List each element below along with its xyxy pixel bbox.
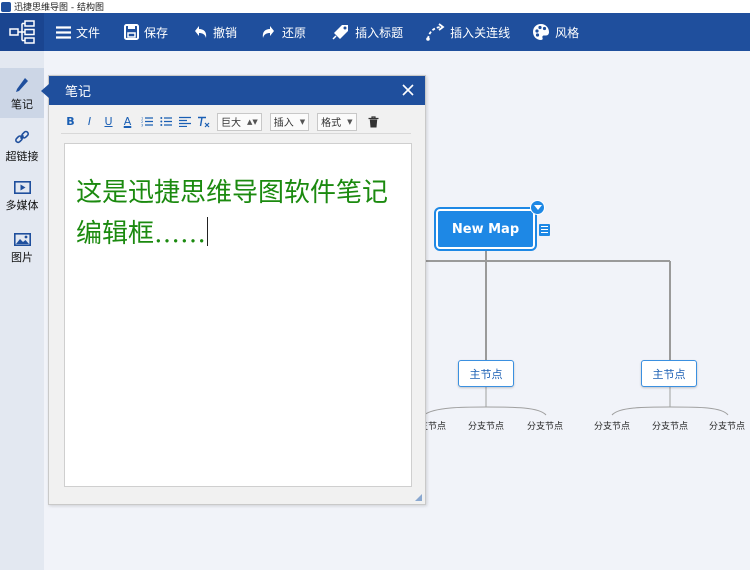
main-node-label: 主节点: [469, 367, 503, 381]
spinner-icon: ▲▼: [247, 117, 258, 126]
image-icon: [13, 233, 31, 246]
save-button[interactable]: 保存: [122, 13, 170, 51]
insert-select[interactable]: 插入 ▼: [269, 112, 310, 131]
app-icon: [1, 1, 11, 12]
pencil-icon: [16, 78, 28, 92]
sub-node[interactable]: 分支节点: [468, 419, 504, 432]
sub-node[interactable]: 分支节点: [594, 419, 630, 432]
link-icon: [15, 130, 29, 144]
resize-grip-icon[interactable]: [415, 494, 422, 501]
note-editor[interactable]: 这是迅捷思维导图软件笔记编辑框……: [64, 143, 412, 487]
sub-node[interactable]: 分支节点: [709, 419, 745, 432]
note-indicator-icon[interactable]: [539, 224, 550, 236]
sidebar-item-label: 图片: [11, 251, 33, 264]
main-node[interactable]: 主节点: [458, 360, 514, 387]
relation-line-icon: [426, 23, 445, 41]
undo-icon: [195, 26, 207, 38]
style-label: 风格: [555, 25, 580, 40]
undo-button[interactable]: 撤销: [190, 13, 239, 51]
sub-node[interactable]: 分支节点: [652, 419, 688, 432]
svg-text:3: 3: [141, 124, 143, 128]
note-format-toolbar: B I U A 123 巨大 ▲▼ 插入 ▼ 格式 ▼: [61, 110, 411, 134]
note-panel-header: 笔记: [49, 76, 425, 105]
mindmap-logo-icon[interactable]: [0, 13, 44, 51]
note-panel-title: 笔记: [65, 85, 92, 100]
sidebar-item-label: 多媒体: [5, 199, 39, 212]
app-window: 迅捷思维导图 - 结构图 文件 保存 撤销 还原 插入标题 插入关连线 风格 笔…: [0, 0, 750, 570]
sidebar-item-media[interactable]: 多媒体: [0, 181, 44, 221]
sidebar-item-image[interactable]: 图片: [0, 233, 44, 273]
clear-format-icon[interactable]: [194, 113, 213, 131]
media-icon: [13, 181, 31, 194]
save-icon: [124, 24, 140, 40]
menu-icon: [56, 25, 71, 39]
main-node[interactable]: 主节点: [641, 360, 697, 387]
underline-button[interactable]: U: [99, 113, 118, 131]
sidebar-item-label: 笔记: [11, 98, 33, 111]
bold-button[interactable]: B: [61, 113, 80, 131]
file-menu-button[interactable]: 文件: [54, 13, 102, 51]
note-content: 这是迅捷思维导图软件笔记编辑框……: [76, 178, 389, 249]
sub-node[interactable]: 分支节点: [527, 419, 563, 432]
redo-label: 还原: [282, 25, 307, 40]
sidebar-item-note[interactable]: 笔记: [0, 68, 44, 118]
note-pointer: [41, 84, 49, 98]
tag-icon: [332, 25, 349, 40]
collapse-toggle-icon[interactable]: [530, 200, 545, 215]
redo-icon: [262, 26, 275, 38]
italic-button[interactable]: I: [80, 113, 99, 131]
redo-button[interactable]: 还原: [259, 13, 308, 51]
title-bar: 迅捷思维导图 - 结构图: [0, 0, 750, 13]
sidebar-item-label: 超链接: [5, 150, 39, 163]
format-value: 格式: [321, 118, 342, 129]
window-title: 迅捷思维导图 - 结构图: [14, 3, 104, 13]
trash-icon[interactable]: [365, 113, 383, 131]
file-label: 文件: [76, 25, 101, 40]
insert-title-label: 插入标题: [355, 25, 404, 40]
root-node-label: New Map: [451, 221, 520, 237]
sidebar-item-hyperlink[interactable]: 超链接: [0, 129, 44, 169]
chevron-down-icon: ▼: [299, 117, 306, 126]
bullet-list-icon[interactable]: [156, 113, 175, 131]
ordered-list-icon[interactable]: 123: [137, 113, 156, 131]
align-left-icon[interactable]: [175, 113, 194, 131]
font-size-select[interactable]: 巨大 ▲▼: [217, 112, 262, 131]
close-icon[interactable]: [399, 81, 417, 99]
palette-icon: [533, 24, 550, 40]
style-button[interactable]: 风格: [530, 13, 581, 51]
font-color-button[interactable]: A: [118, 113, 137, 131]
save-label: 保存: [144, 25, 169, 40]
insert-title-button[interactable]: 插入标题: [330, 13, 405, 51]
main-node-label: 主节点: [652, 367, 686, 381]
undo-label: 撤销: [213, 25, 238, 40]
root-node[interactable]: New Map: [436, 209, 535, 249]
insert-relation-label: 插入关连线: [450, 25, 511, 40]
side-panel-bar: 笔记 超链接 多媒体 图片: [0, 51, 44, 570]
chevron-down-icon: ▼: [347, 117, 353, 126]
note-panel: 笔记 B I U A 123 巨大 ▲▼ 插入 ▼ 格式 ▼ 这是迅捷思维导图软…: [41, 75, 426, 505]
font-size-value: 巨大: [221, 118, 241, 129]
insert-relation-button[interactable]: 插入关连线: [423, 13, 512, 51]
format-select[interactable]: 格式 ▼: [317, 112, 357, 131]
main-toolbar: 文件 保存 撤销 还原 插入标题 插入关连线 风格: [0, 13, 750, 51]
insert-value: 插入: [273, 118, 294, 129]
text-caret: [207, 217, 209, 246]
